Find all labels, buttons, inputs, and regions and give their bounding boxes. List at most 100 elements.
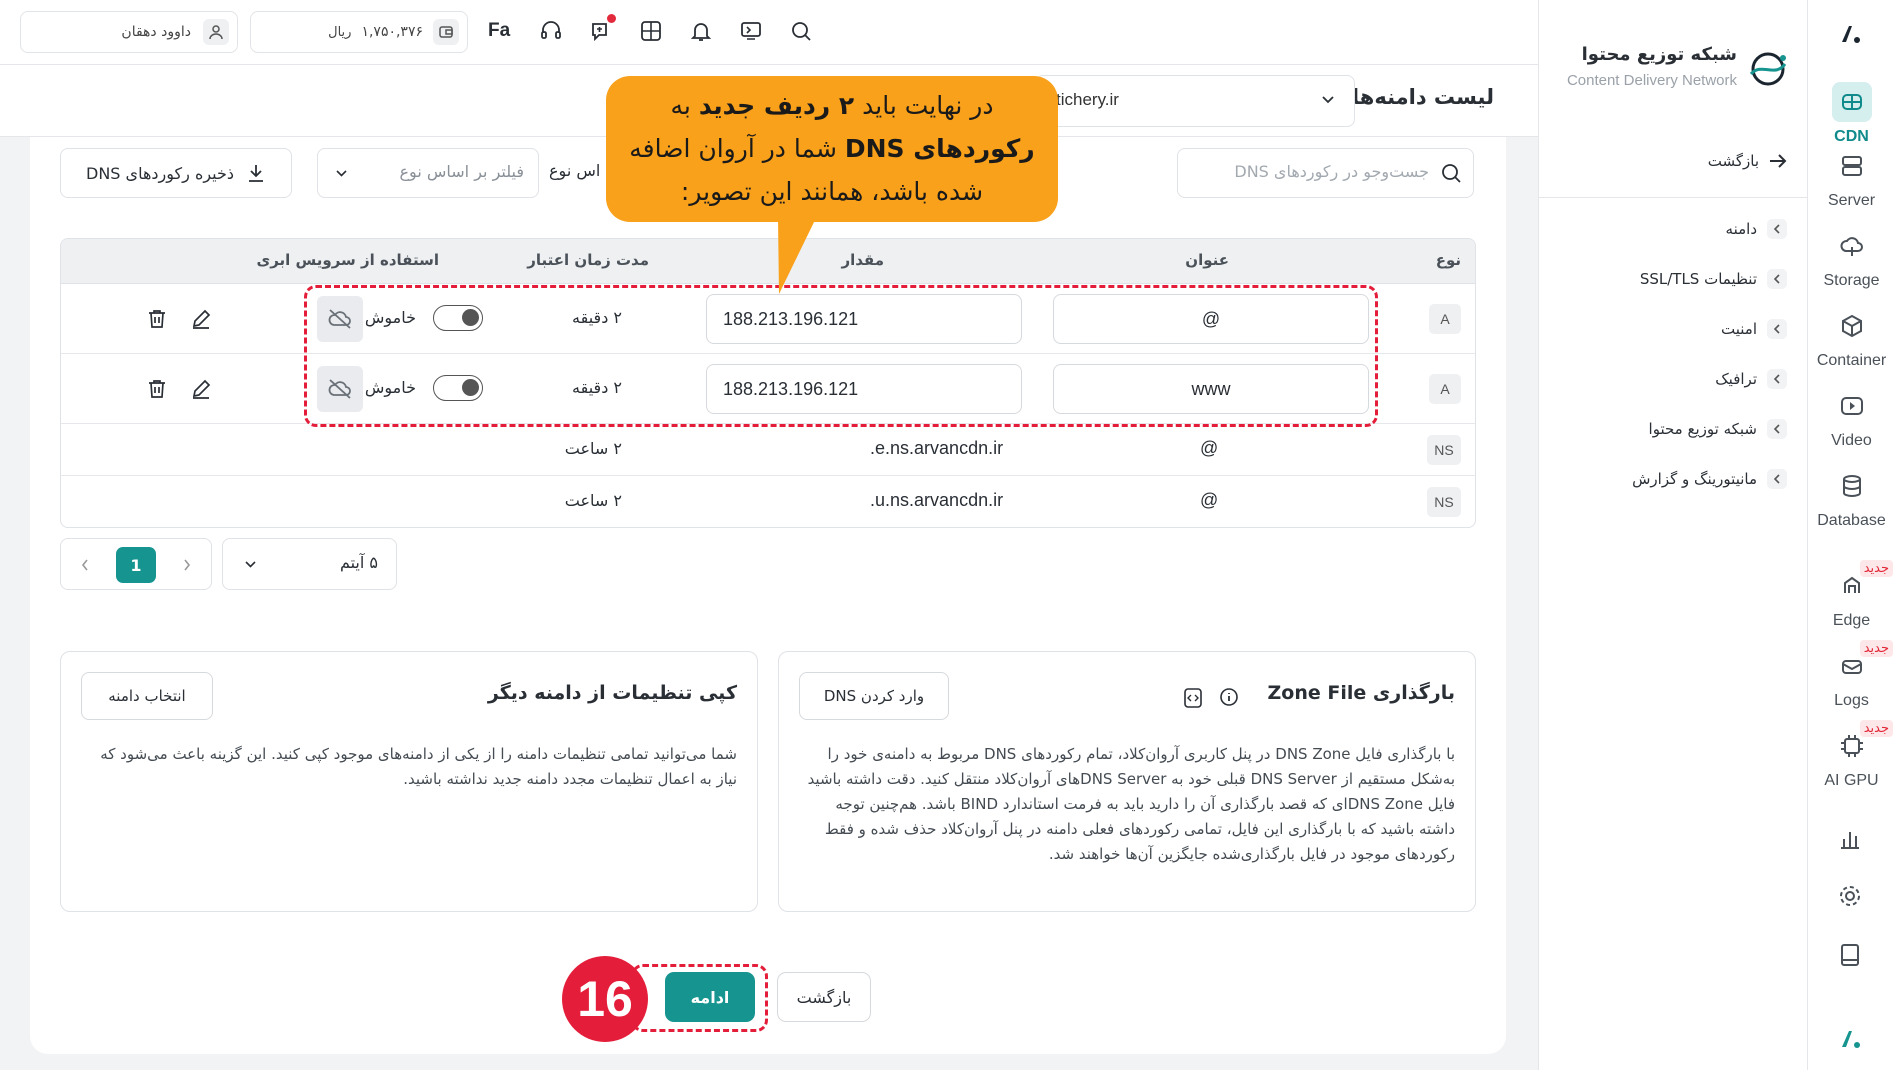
container-icon [1832, 306, 1872, 346]
record-name: @ [1200, 438, 1219, 458]
rail-item-ai-gpu[interactable]: جدید AI GPU [1808, 720, 1894, 790]
sidebar-item-domain[interactable]: دامنه [1726, 219, 1787, 239]
rail-item-edge[interactable]: جدید Edge [1808, 560, 1894, 630]
search-icon [1439, 161, 1463, 185]
chevron-right-icon[interactable] [183, 559, 191, 571]
copy-settings-description: شما می‌توانید تمامی تنظیمات دامنه را از … [100, 745, 737, 788]
new-badge: جدید [1859, 720, 1893, 737]
page-title: لیست دامنه‌ها [1351, 85, 1494, 109]
new-badge: جدید [1859, 640, 1893, 657]
terminal-icon[interactable] [736, 16, 766, 46]
user-menu[interactable]: داوود دهقان [20, 11, 238, 53]
sidebar-item-ssl[interactable]: تنظیمات SSL/TLS [1640, 269, 1787, 289]
bell-icon[interactable] [686, 16, 716, 46]
chevron-left-icon [1767, 419, 1787, 439]
edit-icon[interactable] [187, 305, 215, 333]
arvan-logo[interactable] [1836, 22, 1866, 46]
rail-item-video[interactable]: Video [1808, 386, 1894, 450]
settings-icon[interactable] [1836, 882, 1864, 910]
import-dns-button[interactable]: وارد کردن DNS [799, 672, 949, 720]
sidebar-subtitle: Content Delivery Network [1566, 72, 1737, 89]
items-per-page-select[interactable]: ۵ آیتم [222, 538, 397, 590]
product-rail: CDN Server Storage Container Video Datab… [1807, 0, 1894, 1070]
new-badge: جدید [1859, 560, 1893, 577]
download-icon [246, 163, 266, 183]
rail-item-database[interactable]: Database [1808, 466, 1894, 530]
sidebar-back-link[interactable]: بازگشت [1708, 152, 1787, 170]
filter-label: اس نوع [549, 161, 601, 180]
sidebar-item-monitoring[interactable]: مانیتورینگ و گزارش [1632, 469, 1787, 489]
search-icon[interactable] [786, 16, 816, 46]
sidebar-item-traffic[interactable]: ترافیک [1715, 369, 1787, 389]
step-number-badge: 16 [562, 956, 648, 1042]
rail-item-logs[interactable]: جدید Logs [1808, 640, 1894, 710]
save-dns-records-button[interactable]: ذخیره رکوردهای DNS [60, 148, 292, 198]
apps-icon[interactable] [636, 16, 666, 46]
select-domain-button[interactable]: انتخاب دامنه [81, 672, 213, 720]
table-row: NS @ u.ns.arvancdn.ir. ۲ ساعت [61, 476, 1475, 527]
wallet-icon [433, 19, 459, 45]
wallet-balance[interactable]: ریال ۱,۷۵۰,۳۷۶ [250, 11, 468, 53]
sidebar: شبکه توزیع محتوا Content Delivery Networ… [1538, 0, 1807, 1070]
arrow-right-icon [1769, 154, 1787, 168]
dns-search-input[interactable]: جست‌وجو در رکوردهای DNS [1177, 148, 1474, 198]
chart-icon[interactable] [1836, 825, 1864, 853]
info-icon[interactable] [1219, 687, 1239, 707]
storage-icon [1832, 226, 1872, 266]
user-icon [203, 19, 229, 45]
domain-select[interactable]: tichery.ir [1035, 75, 1355, 127]
chevron-left-icon [1767, 269, 1787, 289]
record-type-badge: A [1429, 304, 1461, 334]
record-name: @ [1200, 490, 1219, 510]
back-button[interactable]: بازگشت [777, 972, 871, 1022]
docs-icon[interactable] [1836, 941, 1864, 969]
rail-item-server[interactable]: Server [1808, 146, 1894, 210]
pagination: 1 [60, 538, 212, 590]
tickets-icon[interactable] [586, 14, 616, 46]
arvan-footer-logo [1836, 1027, 1866, 1051]
rail-item-cdn[interactable]: CDN [1808, 82, 1894, 146]
trash-icon[interactable] [143, 375, 171, 403]
table-header: نوع عنوان مقدار مدت زمان اعتبار استفاده … [61, 239, 1475, 284]
record-value: e.ns.arvancdn.ir. [870, 438, 1004, 458]
zone-file-panel: بارگذاری Zone File وارد کردن DNS با بارگ… [778, 651, 1476, 912]
chevron-left-icon [1767, 369, 1787, 389]
type-filter-select[interactable]: فیلتر بر اساس نوع [317, 148, 539, 198]
chevron-down-icon [245, 561, 256, 568]
cdn-logo-icon [1747, 48, 1789, 90]
edit-icon[interactable] [187, 375, 215, 403]
cdn-icon [1831, 82, 1872, 122]
notification-dot [607, 14, 616, 23]
continue-highlight [631, 964, 768, 1032]
record-type-badge: NS [1427, 487, 1461, 517]
record-type-badge: NS [1427, 435, 1461, 465]
page-button-current[interactable]: 1 [116, 547, 156, 583]
server-icon [1832, 146, 1872, 186]
code-file-icon [1183, 687, 1203, 709]
rail-item-container[interactable]: Container [1808, 306, 1894, 370]
trash-icon[interactable] [143, 305, 171, 333]
instruction-callout: در نهایت باید ۲ ردیف جدید به رکوردهای DN… [606, 76, 1058, 222]
sidebar-title: شبکه توزیع محتوا [1581, 44, 1737, 65]
zone-file-title: بارگذاری Zone File [1267, 682, 1455, 704]
rail-item-storage[interactable]: Storage [1808, 226, 1894, 290]
zone-file-description: با بارگذاری فایل DNS Zone در پنل کاربری … [807, 745, 1455, 863]
sidebar-item-cdn[interactable]: شبکه توزیع محتوا [1649, 419, 1787, 439]
language-switch[interactable]: Fa [488, 20, 510, 42]
record-type-badge: A [1429, 374, 1461, 404]
copy-settings-title: کپی تنظیمات از دامنه دیگر [487, 682, 737, 704]
divider [1539, 197, 1807, 198]
topbar: داوود دهقان ریال ۱,۷۵۰,۳۷۶ Fa [0, 0, 1538, 65]
sidebar-item-security[interactable]: امنیت [1721, 319, 1787, 339]
table-row: NS @ e.ns.arvancdn.ir. ۲ ساعت [61, 424, 1475, 476]
record-ttl: ۲ ساعت [564, 491, 622, 510]
database-icon [1832, 466, 1872, 506]
chevron-down-icon [336, 170, 347, 177]
new-records-highlight [304, 285, 1378, 427]
record-value: u.ns.arvancdn.ir. [870, 490, 1004, 510]
chevron-left-icon [1767, 319, 1787, 339]
chevron-left-icon[interactable] [81, 559, 89, 571]
chevron-left-icon [1767, 469, 1787, 489]
record-ttl: ۲ ساعت [564, 439, 622, 458]
support-icon[interactable] [536, 16, 566, 46]
